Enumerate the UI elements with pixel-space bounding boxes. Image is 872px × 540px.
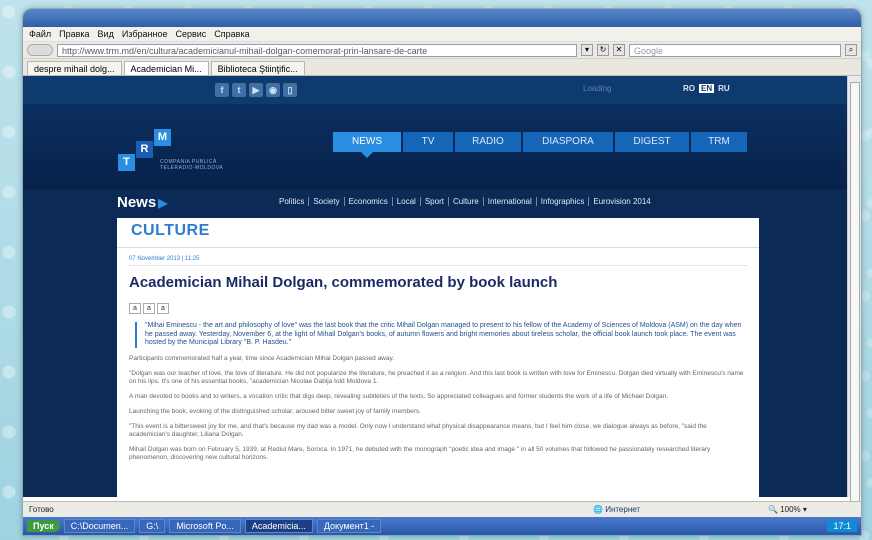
tab-biblioteca[interactable]: Biblioteca Ştiinţific... <box>210 61 305 75</box>
news-heading[interactable]: News ▶ <box>117 194 167 211</box>
social-links: f t ▶ ◉ ▯ <box>215 83 297 97</box>
article-date: 07 November 2013 | 11:25 <box>129 256 747 266</box>
article-paragraph: A man devoted to books and to writers, a… <box>129 392 669 400</box>
webpage: f t ▶ ◉ ▯ Loading RO EN RU T R M COMPANI… <box>23 76 847 497</box>
windows-taskbar: Пуск C:\Documen... G:\ Microsoft Po... A… <box>23 517 861 535</box>
menu-tools[interactable]: Сервис <box>175 29 206 39</box>
site-top-strip: f t ▶ ◉ ▯ Loading RO EN RU <box>23 76 847 104</box>
play-arrow-icon: ▶ <box>158 195 168 210</box>
menu-file[interactable]: Файл <box>29 29 51 39</box>
security-zone: 🌐 Интернет <box>593 505 641 514</box>
menu-favorites[interactable]: Избранное <box>122 29 168 39</box>
loading-text: Loading <box>583 84 612 93</box>
nav-tv[interactable]: TV <box>403 132 453 152</box>
logo-caption-2: TELERADIO-MOLDOVA <box>160 165 224 171</box>
sub-nav: Politics Society Economics Local Sport C… <box>275 197 655 206</box>
language-switcher: RO EN RU <box>683 84 730 93</box>
logo-m: M <box>154 129 171 146</box>
font-large-button[interactable]: a <box>157 303 169 314</box>
zone-label: Интернет <box>605 505 641 514</box>
trm-logo[interactable]: T R M COMPANIA PUBLICĂ TELERADIO-MOLDOVA <box>118 129 258 179</box>
tab-academician[interactable]: Academician Mi... <box>123 61 209 75</box>
logo-r: R <box>136 141 153 158</box>
tab-despre-mihail[interactable]: despre mihail dolg... <box>27 61 122 75</box>
page-scrollbar[interactable] <box>847 76 861 502</box>
subnav-local[interactable]: Local <box>393 197 421 206</box>
article-lead: "Mihai Eminescu - the art and philosophy… <box>135 322 747 348</box>
article-container: CULTURE 07 November 2013 | 11:25 Academi… <box>117 218 759 497</box>
zoom-level[interactable]: 🔍 100% ▾ <box>768 505 807 514</box>
news-label: News <box>117 193 157 211</box>
article-headline: Academician Mihail Dolgan, commemorated … <box>129 274 558 291</box>
start-button[interactable]: Пуск <box>27 520 60 532</box>
nav-digest[interactable]: DIGEST <box>615 132 689 152</box>
subnav-international[interactable]: International <box>484 197 537 206</box>
taskbar-item[interactable]: Документ1 - <box>316 519 382 533</box>
taskbar-item[interactable]: G:\ <box>139 519 166 533</box>
nav-diaspora[interactable]: DIASPORA <box>523 132 613 152</box>
subnav-sport[interactable]: Sport <box>421 197 449 206</box>
zoom-value: 100% <box>780 505 801 514</box>
site-header: T R M COMPANIA PUBLICĂ TELERADIO-MOLDOVA… <box>23 104 847 190</box>
taskbar-item[interactable]: C:\Documen... <box>63 519 136 533</box>
refresh-icon[interactable]: ↻ <box>597 44 609 56</box>
scrollbar-thumb[interactable] <box>850 82 860 502</box>
menu-help[interactable]: Справка <box>214 29 249 39</box>
font-size-controls: a a a <box>129 303 747 314</box>
taskbar-item[interactable]: Academicia... <box>244 519 313 533</box>
url-input[interactable]: http://www.trm.md/en/cultura/academician… <box>57 43 577 57</box>
mobile-icon[interactable]: ▯ <box>283 83 297 97</box>
dropdown-icon[interactable]: ▾ <box>581 44 593 56</box>
article-paragraph: Participants commemorated half a year, t… <box>129 354 395 362</box>
nav-news[interactable]: NEWS <box>333 132 401 158</box>
search-icon[interactable]: ⌕ <box>845 44 857 56</box>
article-paragraph: "Dolgan was our teacher of love, the lov… <box>129 369 744 385</box>
taskbar-clock: 17:1 <box>827 520 857 532</box>
status-bar: Готово 🌐 Интернет 🔍 100% ▾ <box>23 501 861 517</box>
article-paragraph: Mihail Dolgan was born on February 5, 19… <box>129 445 711 461</box>
logo-t: T <box>118 154 135 171</box>
stop-icon[interactable]: ✕ <box>613 44 625 56</box>
nav-radio[interactable]: RADIO <box>455 132 521 152</box>
section-title: CULTURE <box>117 218 759 248</box>
main-nav: NEWS TV RADIO DIASPORA DIGEST TRM <box>333 132 749 158</box>
subnav-infographics[interactable]: Infographics <box>537 197 590 206</box>
subnav-eurovision[interactable]: Eurovision 2014 <box>589 197 654 206</box>
search-input[interactable]: Google <box>629 43 841 57</box>
window-titlebar <box>23 9 861 27</box>
article: 07 November 2013 | 11:25 Academician Mih… <box>117 248 759 470</box>
font-medium-button[interactable]: a <box>143 303 155 314</box>
youtube-icon[interactable]: ▶ <box>249 83 263 97</box>
rss-icon[interactable]: ◉ <box>266 83 280 97</box>
nav-trm[interactable]: TRM <box>691 132 747 152</box>
taskbar-item[interactable]: Microsoft Po... <box>169 519 241 533</box>
lang-en[interactable]: EN <box>699 84 715 93</box>
article-paragraph: Launching the book, evoking of the disti… <box>129 407 421 415</box>
subnav-society[interactable]: Society <box>309 197 345 206</box>
subnav-politics[interactable]: Politics <box>275 197 310 206</box>
menu-bar: Файл Правка Вид Избранное Сервис Справка <box>23 27 861 42</box>
menu-view[interactable]: Вид <box>98 29 114 39</box>
font-small-button[interactable]: a <box>129 303 141 314</box>
subnav-economics[interactable]: Economics <box>345 197 393 206</box>
back-forward-button[interactable] <box>27 44 53 56</box>
tab-strip: despre mihail dolg... Academician Mi... … <box>23 59 861 76</box>
twitter-icon[interactable]: t <box>232 83 246 97</box>
address-bar: http://www.trm.md/en/cultura/academician… <box>23 42 861 59</box>
lang-ru[interactable]: RU <box>718 84 730 93</box>
news-bar: News ▶ Politics Society Economics Local S… <box>23 190 847 214</box>
subnav-culture[interactable]: Culture <box>449 197 484 206</box>
article-paragraph: "This event is a bittersweet joy for me,… <box>129 422 707 438</box>
facebook-icon[interactable]: f <box>215 83 229 97</box>
status-text: Готово <box>29 505 54 514</box>
menu-edit[interactable]: Правка <box>59 29 89 39</box>
lang-ro[interactable]: RO <box>683 84 695 93</box>
browser-window: Файл Правка Вид Избранное Сервис Справка… <box>22 8 862 536</box>
logo-caption: COMPANIA PUBLICĂ TELERADIO-MOLDOVA <box>160 159 223 171</box>
